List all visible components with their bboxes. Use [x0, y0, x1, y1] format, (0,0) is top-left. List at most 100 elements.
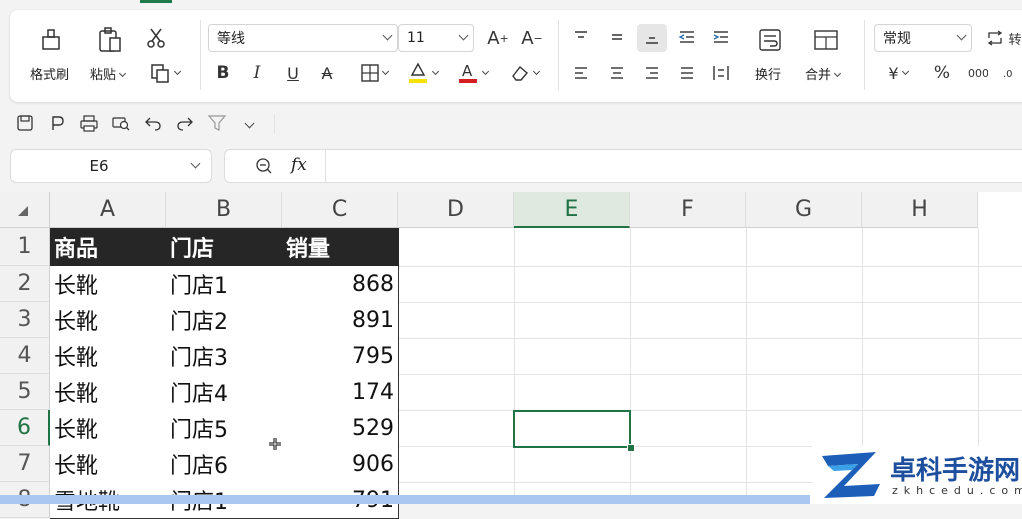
zoom-search-icon[interactable] — [255, 157, 273, 179]
chevron-down-icon — [382, 30, 393, 41]
percent-icon[interactable]: % — [930, 62, 954, 84]
cell-b2[interactable]: 门店1 — [166, 266, 283, 303]
column-header-g[interactable]: G — [746, 192, 862, 228]
font-size-select[interactable]: 11 — [398, 24, 474, 52]
align-center-icon[interactable] — [606, 62, 628, 84]
merge-cells-label[interactable]: 合并 — [805, 64, 842, 83]
row-header-2[interactable]: 2 — [0, 266, 50, 302]
cell-c4[interactable]: 795 — [282, 338, 399, 375]
undo-icon[interactable] — [142, 112, 164, 134]
header-cell-b1[interactable]: 门店 — [166, 228, 283, 266]
row-header-6[interactable]: 6 — [0, 410, 50, 446]
cell-c5[interactable]: 174 — [282, 374, 399, 411]
format-painter-label[interactable]: 格式刷 — [30, 64, 69, 83]
active-cell-e6[interactable] — [513, 410, 631, 448]
export-pdf-icon[interactable] — [46, 112, 68, 134]
name-box[interactable]: E6 — [10, 149, 212, 183]
italic-icon[interactable]: I — [246, 62, 268, 84]
increase-indent-icon[interactable] — [710, 26, 732, 48]
watermark-url: zkhcedu.com — [892, 484, 1022, 497]
distribute-icon[interactable] — [710, 62, 732, 84]
gridline-vertical — [746, 228, 747, 504]
row-header-5[interactable]: 5 — [0, 374, 50, 410]
font-name-select[interactable]: 等线 — [208, 24, 398, 52]
align-left-icon[interactable] — [570, 62, 592, 84]
row-header-3[interactable]: 3 — [0, 302, 50, 338]
cell-a4[interactable]: 长靴 — [50, 338, 167, 375]
wrap-text-icon[interactable] — [756, 26, 784, 54]
justify-icon[interactable] — [676, 62, 698, 84]
cell-c3[interactable]: 891 — [282, 302, 399, 339]
increase-font-icon[interactable]: A + — [486, 26, 510, 50]
currency-icon[interactable]: ¥ — [880, 62, 916, 84]
clear-format-icon[interactable] — [504, 62, 544, 84]
customize-toolbar-chevron-icon[interactable] — [238, 112, 260, 134]
svg-text:A: A — [462, 62, 473, 80]
cell-b7[interactable]: 门店6 — [166, 446, 283, 483]
convert-button[interactable]: 转 — [984, 26, 1022, 50]
cell-a3[interactable]: 长靴 — [50, 302, 167, 339]
column-header-f[interactable]: F — [630, 192, 746, 228]
currency-symbol: ¥ — [888, 63, 899, 83]
strikethrough-icon[interactable]: A — [316, 62, 338, 84]
bold-icon[interactable]: B — [212, 62, 234, 84]
column-header-c[interactable]: C — [282, 192, 398, 228]
fx-icon[interactable]: fx — [291, 155, 307, 175]
gridline-vertical — [630, 228, 631, 504]
underline-icon[interactable]: U — [282, 62, 304, 84]
filter-icon — [206, 112, 228, 134]
row-header-7[interactable]: 7 — [0, 446, 50, 482]
decrease-indent-icon[interactable] — [676, 26, 698, 48]
select-all-corner[interactable] — [0, 192, 50, 228]
paste-label[interactable]: 粘贴 — [90, 64, 127, 83]
cut-icon[interactable] — [144, 26, 168, 50]
fill-handle[interactable] — [627, 444, 635, 452]
row-header-1[interactable]: 1 — [0, 228, 50, 266]
column-header-b[interactable]: B — [166, 192, 282, 228]
row-header-4[interactable]: 4 — [0, 338, 50, 374]
cell-c2[interactable]: 868 — [282, 266, 399, 303]
svg-text:000: 000 — [968, 67, 988, 80]
cell-a5[interactable]: 长靴 — [50, 374, 167, 411]
cell-c7[interactable]: 906 — [282, 446, 399, 483]
print-preview-icon[interactable] — [110, 112, 132, 134]
cell-b6[interactable]: 门店5 — [166, 410, 283, 447]
header-cell-c1[interactable]: 销量 — [282, 228, 399, 266]
cell-c6[interactable]: 529 — [282, 410, 399, 447]
print-icon[interactable] — [78, 112, 100, 134]
border-icon[interactable] — [354, 62, 394, 84]
align-top-icon[interactable] — [570, 26, 592, 48]
save-icon[interactable] — [14, 112, 36, 134]
merge-cells-icon[interactable] — [812, 26, 840, 54]
cell-a7[interactable]: 长靴 — [50, 446, 167, 483]
column-header-h[interactable]: H — [862, 192, 978, 228]
ribbon — [10, 10, 1022, 102]
cell-a2[interactable]: 长靴 — [50, 266, 167, 303]
copy-icon[interactable] — [146, 62, 182, 84]
font-color-icon[interactable]: A — [452, 60, 492, 86]
horizontal-scrollbar[interactable] — [0, 495, 810, 504]
column-header-a[interactable]: A — [50, 192, 166, 228]
cell-b3[interactable]: 门店2 — [166, 302, 283, 339]
align-right-icon[interactable] — [641, 62, 663, 84]
cell-b5[interactable]: 门店4 — [166, 374, 283, 411]
wrap-text-label[interactable]: 换行 — [755, 64, 781, 83]
align-middle-icon[interactable] — [606, 26, 628, 48]
number-format-select[interactable]: 常规 — [874, 24, 972, 52]
increase-decimal-icon[interactable]: .0 — [1002, 62, 1022, 84]
highlight-color-icon[interactable] — [402, 60, 442, 86]
format-painter-icon[interactable] — [36, 26, 66, 54]
redo-icon[interactable] — [174, 112, 196, 134]
align-bottom-icon[interactable] — [637, 24, 667, 52]
paste-icon[interactable] — [95, 26, 125, 54]
thousands-separator-icon[interactable]: 000 — [966, 62, 990, 84]
decrease-font-icon[interactable]: A − — [520, 26, 544, 50]
column-header-d[interactable]: D — [398, 192, 514, 228]
active-tab-indicator — [140, 0, 172, 3]
header-cell-a1[interactable]: 商品 — [50, 228, 167, 266]
formula-bar[interactable]: fx — [224, 149, 1022, 183]
cell-a6[interactable]: 长靴 — [50, 410, 167, 447]
cell-b4[interactable]: 门店3 — [166, 338, 283, 375]
group-separator — [864, 20, 865, 90]
column-header-e[interactable]: E — [514, 192, 630, 228]
